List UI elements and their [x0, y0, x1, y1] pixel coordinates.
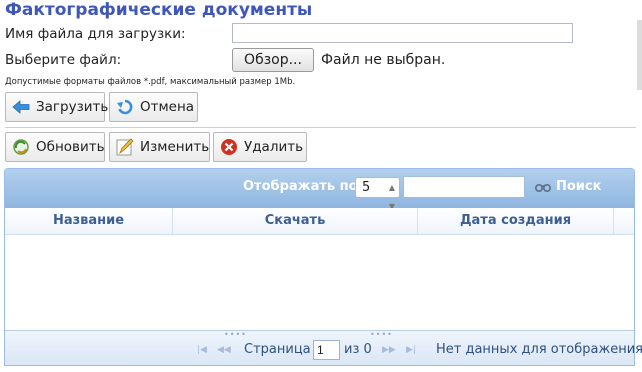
column-header-row: Название Скачать Дата создания: [5, 208, 634, 235]
last-page-icon[interactable]: ▶|: [406, 345, 416, 355]
search-button-label: Поиск: [556, 179, 602, 194]
choose-file-label: Выберите файл:: [5, 52, 122, 68]
filename-label: Имя файла для загрузки:: [5, 26, 186, 42]
refresh-button-label: Обновить: [36, 139, 105, 155]
delete-button[interactable]: Удалить: [213, 132, 307, 162]
cancel-button-label: Отмена: [140, 99, 195, 115]
upload-button[interactable]: Загрузить: [5, 92, 109, 122]
refresh-button[interactable]: Обновить: [5, 132, 105, 162]
page-count: из 0: [344, 342, 372, 357]
page-title: Фактографические документы: [5, 0, 313, 20]
column-download[interactable]: Скачать: [173, 208, 418, 234]
browse-button[interactable]: Обзор...: [232, 48, 314, 72]
page-scrollbar[interactable]: [637, 20, 642, 90]
filename-input[interactable]: [232, 23, 573, 43]
no-file-text: Файл не выбран.: [321, 52, 446, 68]
edit-button-label: Изменить: [140, 139, 210, 155]
delete-icon: [221, 139, 237, 155]
documents-grid: Отображать по: 5 ▲ ▼ Поиск Название Скача…: [4, 168, 642, 366]
format-hint: Допустимые форматы файлов *.pdf, максима…: [5, 77, 296, 87]
next-page-icon[interactable]: ▶▶: [382, 345, 396, 355]
binoculars-icon: [535, 183, 551, 192]
resize-grip: ••••: [224, 330, 247, 339]
page-number-input[interactable]: [313, 340, 340, 360]
per-page-select[interactable]: 5 ▲ ▼: [355, 177, 400, 211]
pager-bar: •••• •••• |◀ ◀◀ Страница из 0 ▶▶ ▶| Нет …: [5, 330, 642, 365]
undo-icon: [117, 99, 133, 115]
edit-button[interactable]: Изменить: [109, 132, 210, 162]
delete-button-label: Удалить: [244, 139, 304, 155]
empty-message: Нет данных для отображения: [436, 342, 642, 357]
per-page-value: 5: [362, 180, 371, 195]
pencil-icon: [116, 138, 134, 156]
column-name[interactable]: Название: [5, 208, 173, 234]
search-button[interactable]: Поиск: [535, 179, 601, 194]
show-by-label: Отображать по:: [243, 179, 363, 194]
prev-page-icon[interactable]: ◀◀: [217, 345, 231, 355]
page-label: Страница: [244, 342, 311, 357]
first-page-icon[interactable]: |◀: [197, 345, 207, 355]
resize-grip: ••••: [370, 330, 393, 339]
search-input[interactable]: [403, 176, 525, 198]
refresh-icon: [13, 139, 29, 155]
upload-button-label: Загрузить: [36, 99, 109, 115]
cancel-button[interactable]: Отмена: [109, 92, 198, 122]
arrow-left-icon: [12, 100, 30, 114]
grid-toolbar: Отображать по: 5 ▲ ▼ Поиск: [5, 169, 634, 211]
column-created-date[interactable]: Дата создания: [418, 208, 614, 234]
divider: [5, 127, 636, 128]
